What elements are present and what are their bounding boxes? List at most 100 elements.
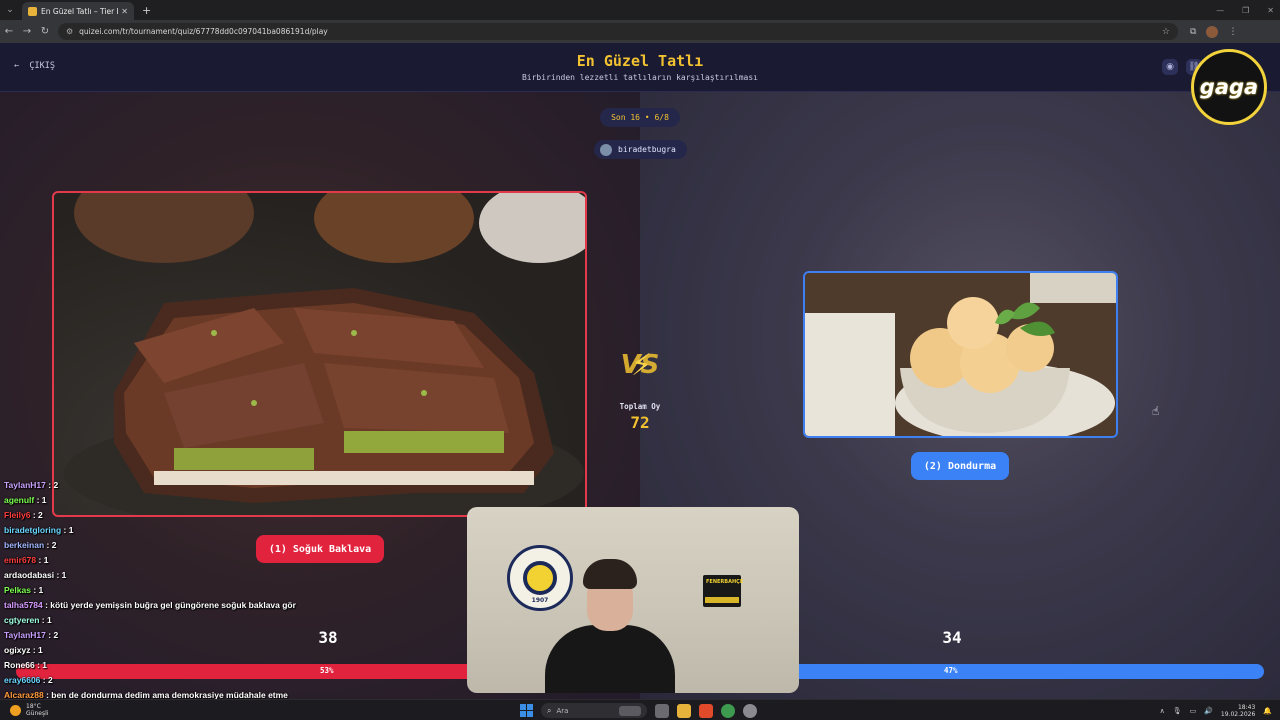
new-tab-icon[interactable]: +	[142, 4, 151, 17]
browser-tab-strip: ⌄ En Güzel Tatlı – Tier List, Kör Seç ✕ …	[0, 0, 1280, 20]
address-url: quizei.com/tr/tournament/quiz/67778dd0c0…	[79, 27, 328, 36]
weather-temp: 18°C	[26, 703, 41, 710]
weather-desc: Güneşli	[26, 710, 49, 717]
bookmark-star-icon[interactable]: ☆	[1162, 27, 1170, 37]
task-view-icon[interactable]	[655, 703, 669, 718]
chat-message: biradetgloring : 1	[4, 525, 474, 540]
chat-text: : 1	[34, 495, 47, 505]
site-info-icon[interactable]: ⚙	[66, 27, 73, 36]
taskbar-clock[interactable]: 18:43 19.02.2026	[1221, 704, 1255, 718]
chat-message: ogixyz : 1	[4, 645, 474, 660]
screen: ⌄ En Güzel Tatlı – Tier List, Kör Seç ✕ …	[0, 0, 1280, 720]
search-icon: ⌕	[547, 705, 552, 715]
notifications-icon[interactable]: 🔔	[1263, 707, 1272, 715]
total-votes-label: Toplam Oy	[619, 402, 661, 411]
streamer-figure	[545, 559, 675, 693]
clock-date: 19.02.2026	[1220, 710, 1256, 718]
baklava-illustration	[64, 193, 585, 515]
vote-right-button[interactable]: (2) Dondurma	[911, 452, 1009, 480]
taskbar-search[interactable]: ⌕ Ara	[541, 703, 647, 718]
forward-arrow-icon[interactable]: →	[18, 26, 36, 37]
chat-message: Pelkas : 1	[4, 585, 474, 600]
option-right-image[interactable]	[803, 271, 1118, 438]
network-icon[interactable]: ▭	[1190, 707, 1197, 715]
chat-username: ogixyz	[4, 645, 31, 655]
chat-username: cgtyeren	[4, 615, 40, 625]
chat-text: : 2	[44, 540, 57, 550]
chat-username: TaylanH17	[4, 630, 46, 640]
chat-text: : 1	[30, 645, 43, 655]
file-explorer-icon[interactable]	[677, 703, 691, 718]
chat-message: TaylanH17 : 2	[4, 630, 474, 645]
ice-cream-illustration	[805, 273, 1116, 436]
taskbar-apps: ⌕ Ara	[520, 702, 757, 719]
address-bar[interactable]: ⚙ quizei.com/tr/tournament/quiz/67778dd0…	[58, 23, 1178, 40]
live-chat: TaylanH17 : 2 agenulf : 1 Fleily6 : 2 birad…	[4, 480, 474, 705]
chat-username: ardaodabasi	[4, 570, 55, 580]
option-left-image[interactable]	[52, 191, 587, 517]
tab-search-icon[interactable]: ⌄	[0, 0, 20, 20]
search-highlight-image	[619, 705, 641, 716]
chat-username: TaylanH17	[4, 480, 46, 490]
clock-time: 18:43	[1237, 703, 1256, 711]
microphone-icon[interactable]: 🎙	[1173, 707, 1182, 715]
streamer-body	[545, 625, 675, 693]
system-tray: ∧ 🎙 ▭ 🔊 18:43 19.02.2026 🔔	[1160, 702, 1272, 719]
chat-text: : 2	[45, 480, 59, 490]
browser-menu-icon[interactable]: ⋮	[1228, 27, 1237, 37]
chat-message: TaylanH17 : 2	[4, 480, 474, 495]
tab-favicon-icon	[28, 6, 37, 16]
user-avatar	[600, 143, 612, 156]
quiz-title: En Güzel Tatlı	[576, 52, 704, 70]
right-vote-count: 34	[942, 628, 962, 647]
back-arrow-icon[interactable]: ←	[0, 26, 18, 37]
chat-text: : 1	[36, 555, 49, 565]
extensions-icon[interactable]: ⧉	[1190, 27, 1196, 37]
lightning-bolt-icon: ⚡	[631, 348, 653, 383]
tray-chevron-icon[interactable]: ∧	[1160, 707, 1165, 715]
chat-username: agenulf	[4, 495, 35, 505]
sun-icon	[10, 704, 21, 716]
browser-toolbar: ← → ↻ ⚙ quizei.com/tr/tournament/quiz/67…	[0, 20, 1280, 43]
streamer-logo: gaga	[1191, 49, 1267, 125]
right-vote-percent: 47%	[944, 666, 958, 675]
tab-title: En Güzel Tatlı – Tier List, Kör Seç	[41, 6, 118, 16]
chat-text: : 2	[40, 675, 53, 685]
streamer-hair	[583, 559, 637, 589]
brand-text: gaga	[1199, 75, 1259, 99]
window-controls: — ❐ ✕	[1216, 0, 1274, 20]
chat-username: emir678	[4, 555, 37, 565]
windows-start-icon[interactable]	[520, 704, 533, 717]
eye-icon[interactable]: ◉	[1162, 59, 1178, 75]
reload-icon[interactable]: ↻	[36, 26, 54, 37]
chat-username: Pelkas	[4, 585, 31, 595]
page-header: ← ÇIKIŞ En Güzel Tatlı Birbirinden lezze…	[0, 43, 1280, 92]
minimize-icon[interactable]: —	[1216, 6, 1224, 15]
chat-text: : 2	[30, 510, 43, 520]
brave-browser-icon[interactable]	[699, 703, 713, 718]
wall-sign-text: FENERBAHÇE	[706, 579, 744, 585]
chat-username: biradetgloring	[4, 525, 62, 535]
search-placeholder: Ara	[556, 706, 569, 715]
volume-icon[interactable]: 🔊	[1204, 707, 1213, 715]
chat-message: eray6606 : 2	[4, 675, 474, 690]
quiz-subtitle: Birbirinden lezzetli tatlıların karşılaş…	[521, 73, 758, 82]
weather-widget[interactable]: 18°C Güneşli	[10, 703, 48, 717]
vs-emblem: VS ⚡	[612, 348, 668, 383]
chrome-icon[interactable]	[721, 703, 735, 718]
toolbar-right: ⧉ ⋮	[1190, 25, 1237, 38]
chat-username: talha5784	[4, 600, 43, 610]
profile-avatar[interactable]	[1206, 25, 1219, 38]
obs-icon[interactable]	[743, 703, 757, 718]
chat-message: berkeinan : 2	[4, 540, 474, 555]
windows-taskbar: 18°C Güneşli ⌕ Ara ∧ 🎙 ▭ 🔊 18:43 19.02.2…	[0, 699, 1280, 720]
tab-close-icon[interactable]: ✕	[121, 7, 128, 16]
close-window-icon[interactable]: ✕	[1267, 6, 1274, 15]
chat-message: Fleily6 : 2	[4, 510, 474, 525]
chat-text: : 1	[61, 525, 74, 535]
browser-tab-active[interactable]: En Güzel Tatlı – Tier List, Kör Seç ✕	[22, 2, 134, 20]
chat-text: : 1	[54, 570, 67, 580]
maximize-icon[interactable]: ❐	[1242, 6, 1249, 15]
chat-text: : 2	[45, 630, 59, 640]
chat-username: berkeinan	[4, 540, 45, 550]
